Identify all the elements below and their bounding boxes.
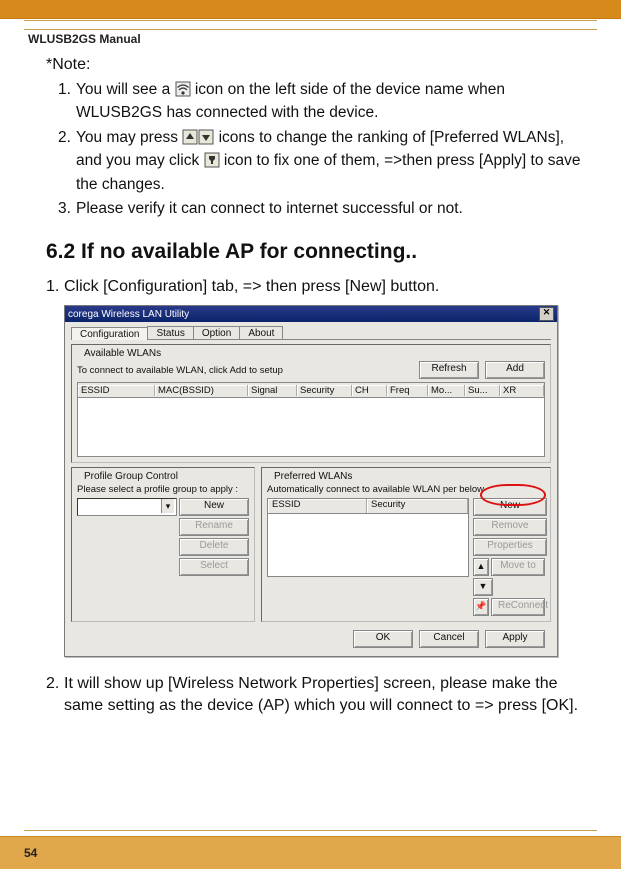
move-up-icon <box>182 129 198 151</box>
preferred-wlans-group: Preferred WLANs Automatically connect to… <box>261 467 551 622</box>
note-list: 1. You will see a icon on the left side … <box>58 80 585 220</box>
profile-new-button[interactable]: New <box>179 498 249 516</box>
preferred-table-body[interactable] <box>267 514 469 577</box>
preferred-title: Preferred WLANs <box>271 471 355 482</box>
preferred-new-button[interactable]: New <box>473 498 547 516</box>
window-body: Configuration Status Option About Availa… <box>65 322 557 656</box>
note-1-text: You will see a icon on the left side of … <box>76 80 585 124</box>
manual-title: WLUSB2GS Manual <box>28 32 141 46</box>
profile-delete-button[interactable]: Delete <box>179 538 249 556</box>
preferred-sub: Automatically connect to available WLAN … <box>267 484 545 495</box>
note-3-text: Please verify it can connect to internet… <box>76 199 463 219</box>
note-2-text: You may press icons to change the rankin… <box>76 128 585 195</box>
note-item-1: 1. You will see a icon on the left side … <box>58 80 585 124</box>
preferred-table-header: ESSID Security <box>267 498 469 514</box>
window-titlebar: corega Wireless LAN Utility ✕ <box>65 306 557 322</box>
manual-page: WLUSB2GS Manual *Note: 1. You will see a <box>0 0 621 869</box>
preferred-side-buttons: New Remove Properties ▲ Move to ▼ <box>473 498 545 616</box>
note-item-2: 2. You may press icons to change the ran… <box>58 128 585 195</box>
note-2-num: 2. <box>58 128 74 195</box>
page-top-bar <box>0 0 621 19</box>
profile-rename-button[interactable]: Rename <box>179 518 249 536</box>
page-number: 54 <box>24 846 37 860</box>
page-footer: 54 <box>0 836 621 869</box>
page-top-rule <box>24 23 597 30</box>
profile-select[interactable] <box>77 498 177 516</box>
available-wlans-title: Available WLANs <box>81 348 164 359</box>
connected-icon <box>175 81 191 103</box>
apply-button[interactable]: Apply <box>485 630 545 648</box>
dialog-bottom-buttons: OK Cancel Apply <box>71 626 551 650</box>
note-1-num: 1. <box>58 80 74 124</box>
add-button[interactable]: Add <box>485 361 545 379</box>
tab-about[interactable]: About <box>239 326 283 339</box>
note-label: *Note: <box>46 56 585 74</box>
page-content: *Note: 1. You will see a icon on <box>46 56 585 725</box>
footer-rule <box>24 830 597 831</box>
close-icon[interactable]: ✕ <box>539 307 554 321</box>
preferred-remove-button[interactable]: Remove <box>473 518 547 536</box>
section-heading: 6.2 If no available AP for connecting.. <box>46 240 585 264</box>
profile-group: Profile Group Control Please select a pr… <box>71 467 255 622</box>
move-down-button[interactable]: ▼ <box>473 578 493 596</box>
note-item-3: 3. Please verify it can connect to inter… <box>58 199 585 219</box>
cancel-button[interactable]: Cancel <box>419 630 479 648</box>
tab-status[interactable]: Status <box>147 326 193 339</box>
lower-groups: Profile Group Control Please select a pr… <box>71 467 551 626</box>
tab-option[interactable]: Option <box>193 326 240 339</box>
profile-select-button[interactable]: Select <box>179 558 249 576</box>
preferred-moveto-button[interactable]: Move to <box>491 558 545 576</box>
note-3-num: 3. <box>58 199 74 219</box>
refresh-button[interactable]: Refresh <box>419 361 479 379</box>
step-2: 2. It will show up [Wireless Network Pro… <box>46 673 585 716</box>
wlan-utility-window: corega Wireless LAN Utility ✕ Configurat… <box>64 305 558 657</box>
preferred-properties-button[interactable]: Properties <box>473 538 547 556</box>
tabs: Configuration Status Option About <box>71 326 551 340</box>
move-up-button[interactable]: ▲ <box>473 558 489 576</box>
preferred-reconnect-button[interactable]: ReConnect <box>491 598 545 616</box>
ok-button[interactable]: OK <box>353 630 413 648</box>
preferred-table: ESSID Security <box>267 498 469 616</box>
window-title: corega Wireless LAN Utility <box>68 309 189 320</box>
available-table-header: ESSID MAC(BSSID) Signal Security CH Freq… <box>77 382 545 398</box>
available-wlans-sub: To connect to available WLAN, click Add … <box>77 365 283 376</box>
pin-button[interactable]: 📌 <box>473 598 489 616</box>
available-table-body[interactable] <box>77 398 545 457</box>
profile-buttons: New Rename Delete Select <box>179 498 249 576</box>
profile-group-sub: Please select a profile group to apply : <box>77 484 249 495</box>
profile-group-title: Profile Group Control <box>81 471 181 482</box>
move-down-icon <box>198 129 214 151</box>
step-1: 1. Click [Configuration] tab, => then pr… <box>46 276 585 298</box>
pin-icon <box>204 152 220 174</box>
available-wlans-group: Available WLANs To connect to available … <box>71 344 551 463</box>
tab-configuration[interactable]: Configuration <box>71 327 148 340</box>
